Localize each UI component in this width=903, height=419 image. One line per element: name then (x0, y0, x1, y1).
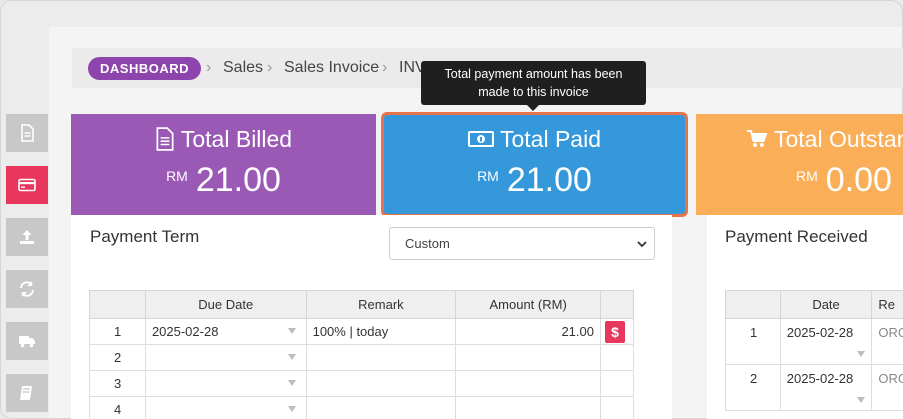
column-header: Due Date (144, 290, 307, 319)
amount-field[interactable] (455, 370, 601, 397)
payment-term-select[interactable]: Custom (389, 227, 655, 260)
total-paid-value: 21.00 (506, 161, 592, 199)
sidebar-delivery-button[interactable] (6, 322, 48, 360)
table-row: 1 2025-02-28 100% | today 21.00 $ (89, 318, 635, 345)
sidebar-document-button[interactable] (6, 114, 48, 152)
table-row: 2 2025-02-28 ORG (725, 364, 903, 411)
document-icon (21, 124, 34, 142)
column-header: Remark (305, 290, 457, 319)
total-billed-value: 21.00 (195, 161, 281, 199)
total-paid-card[interactable]: Total Paid RM 21.00 (381, 112, 688, 217)
table-header-row: Due Date Remark Amount (RM) (89, 290, 635, 319)
due-date-value: 2025-02-28 (151, 324, 219, 339)
row-number: 1 (725, 318, 781, 365)
reference-field[interactable]: ORG (871, 364, 903, 411)
dropdown-arrow-icon (287, 380, 296, 386)
sidebar-book-button[interactable] (6, 374, 48, 412)
reference-field[interactable]: ORG (871, 318, 903, 365)
total-paid-tooltip: Total payment amount has been made to th… (421, 61, 646, 105)
payment-received-title: Payment Received (725, 227, 868, 246)
sidebar-refresh-button[interactable] (6, 270, 48, 308)
column-header (725, 290, 781, 319)
dropdown-arrow-icon (856, 397, 865, 403)
dollar-pay-button[interactable]: $ (604, 320, 625, 343)
total-billed-title: Total Billed (180, 126, 293, 152)
due-date-field[interactable] (144, 396, 307, 419)
payment-received-table: Date Re 1 2025-02-28 ORG 2 2025-02-28 OR… (725, 290, 903, 411)
sidebar-payment-button[interactable] (6, 166, 48, 204)
chevron-down-icon (637, 241, 647, 248)
row-number: 2 (725, 364, 781, 411)
truck-icon (19, 336, 35, 348)
column-header (89, 290, 146, 319)
credit-card-icon (18, 178, 36, 192)
breadcrumb-sales[interactable]: Sales (223, 58, 263, 78)
tooltip-line: Total payment amount has been (444, 67, 623, 81)
table-row: 2 (89, 344, 635, 371)
column-header: Date (779, 290, 873, 319)
chevron-right-icon: › (382, 59, 388, 76)
column-header (599, 290, 635, 319)
amount-field[interactable] (455, 396, 601, 419)
pay-cell: $ (599, 318, 635, 345)
payment-date-value: 2025-02-28 (786, 371, 854, 386)
payment-date-value: 2025-02-28 (786, 325, 854, 340)
column-header: Amount (RM) (455, 290, 601, 319)
row-number: 4 (89, 396, 146, 419)
pay-cell (599, 396, 635, 419)
remark-field[interactable] (305, 344, 457, 371)
pay-cell (599, 370, 635, 397)
due-date-field[interactable] (144, 370, 307, 397)
chevron-right-icon: › (267, 59, 273, 76)
money-icon (467, 131, 494, 147)
chevron-right-icon: › (206, 59, 212, 76)
payment-date-field[interactable]: 2025-02-28 (779, 364, 873, 411)
sidebar-upload-button[interactable] (6, 218, 48, 256)
currency-label: RM (477, 168, 499, 184)
breadcrumb-dashboard[interactable]: DASHBOARD (88, 57, 201, 80)
amount-field[interactable] (455, 344, 601, 371)
table-row: 1 2025-02-28 ORG (725, 318, 903, 365)
pay-cell (599, 344, 635, 371)
dropdown-arrow-icon (287, 406, 296, 412)
tooltip-line: made to this invoice (478, 85, 589, 99)
total-outstanding-card: Total Outstan RM 0.00 (696, 114, 903, 215)
table-row: 3 (89, 370, 635, 397)
due-date-field[interactable] (144, 344, 307, 371)
currency-label: RM (796, 168, 818, 184)
book-icon (20, 386, 32, 400)
upload-icon (20, 230, 34, 244)
payment-date-field[interactable]: 2025-02-28 (779, 318, 873, 365)
payment-term-title: Payment Term (90, 227, 200, 246)
row-number: 1 (89, 318, 146, 345)
dropdown-arrow-icon (287, 354, 296, 360)
currency-label: RM (166, 168, 188, 184)
tooltip-arrow (527, 105, 539, 111)
remark-field[interactable] (305, 370, 457, 397)
amount-field[interactable]: 21.00 (455, 318, 601, 345)
due-date-field[interactable]: 2025-02-28 (144, 318, 307, 345)
total-billed-card: Total Billed RM 21.00 (71, 114, 376, 215)
row-number: 3 (89, 370, 146, 397)
refresh-icon (20, 281, 34, 297)
total-paid-title: Total Paid (499, 126, 601, 152)
remark-field[interactable] (305, 396, 457, 419)
table-row: 4 (89, 396, 635, 419)
document-icon (156, 127, 174, 151)
dropdown-arrow-icon (856, 351, 865, 357)
shopping-cart-icon (747, 130, 768, 147)
payment-term-table: Due Date Remark Amount (RM) 1 2025-02-28… (89, 290, 635, 419)
row-number: 2 (89, 344, 146, 371)
breadcrumb-sales-invoice[interactable]: Sales Invoice (284, 58, 379, 78)
table-header-row: Date Re (725, 290, 903, 319)
total-outstanding-value: 0.00 (825, 161, 892, 199)
column-header: Re (871, 290, 903, 319)
dropdown-arrow-icon (287, 328, 296, 334)
total-outstanding-title: Total Outstan (774, 126, 903, 152)
remark-field[interactable]: 100% | today (305, 318, 457, 345)
